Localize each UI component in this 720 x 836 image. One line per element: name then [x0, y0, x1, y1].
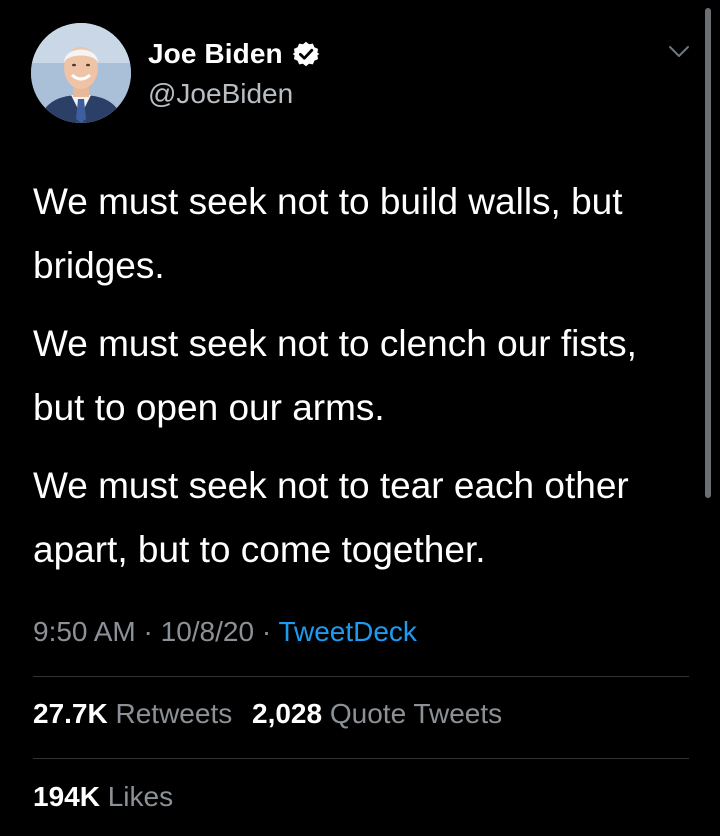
retweets-stat[interactable]: 27.7K Retweets: [33, 698, 240, 729]
retweets-count: 27.7K: [33, 698, 108, 729]
likes-stat[interactable]: 194K Likes: [33, 781, 173, 813]
tweet-source-link[interactable]: TweetDeck: [278, 616, 417, 647]
tweet-text: We must seek not to build walls, but bri…: [33, 170, 693, 596]
quote-tweets-stat[interactable]: 2,028 Quote Tweets: [252, 698, 502, 729]
tweet-time[interactable]: 9:50 AM: [33, 616, 136, 647]
quote-tweets-label: Quote Tweets: [329, 698, 503, 729]
author-handle[interactable]: @JoeBiden: [148, 78, 293, 110]
avatar[interactable]: [31, 23, 131, 123]
author-name-row[interactable]: Joe Biden: [148, 38, 320, 70]
tweet: Joe Biden @JoeBiden We must seek not to …: [0, 0, 720, 836]
likes-count: 194K: [33, 781, 100, 812]
scrollbar[interactable]: [705, 8, 711, 498]
tweet-paragraph: We must seek not to tear each other apar…: [33, 465, 629, 570]
tweet-paragraph: We must seek not to clench our fists, bu…: [33, 323, 637, 428]
tweet-metadata: 9:50 AM · 10/8/20 · TweetDeck: [33, 616, 417, 648]
quote-tweets-count: 2,028: [252, 698, 323, 729]
engagement-stats: 27.7K Retweets 2,028 Quote Tweets: [33, 698, 514, 730]
meta-separator: ·: [143, 616, 153, 647]
likes-label: Likes: [107, 781, 174, 812]
verified-badge-icon: [292, 40, 320, 68]
retweets-label: Retweets: [115, 698, 233, 729]
divider: [33, 676, 689, 677]
chevron-down-icon[interactable]: [668, 44, 690, 60]
avatar-photo: [31, 23, 131, 123]
tweet-paragraph: We must seek not to build walls, but bri…: [33, 181, 623, 286]
meta-separator: ·: [261, 616, 272, 647]
divider: [33, 758, 689, 759]
author-display-name[interactable]: Joe Biden: [148, 38, 283, 70]
tweet-date[interactable]: 10/8/20: [161, 616, 254, 647]
